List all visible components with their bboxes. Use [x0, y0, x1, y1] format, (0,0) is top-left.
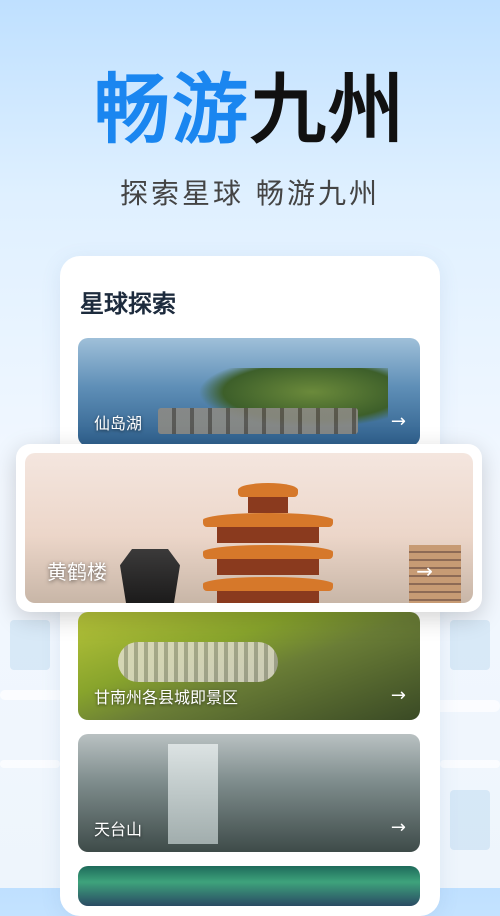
hero-title-part1: 畅游: [94, 65, 250, 154]
hero-subtitle: 探索星球 畅游九州: [120, 177, 380, 210]
spot-label: 甘南州各县城即景区: [94, 688, 239, 707]
hero-title-part2: 九州: [250, 65, 406, 154]
featured-spot-image: 黄鹤楼 →: [25, 453, 473, 603]
tower-roof: [203, 513, 333, 527]
spot-card-aurora[interactable]: [78, 866, 420, 906]
spot-card-xiandaohu[interactable]: 仙岛湖 →: [78, 338, 420, 446]
spot-label: 仙岛湖: [94, 414, 143, 433]
map-block: [450, 790, 490, 850]
section-title: 星球探索: [80, 290, 176, 318]
tower-floor: [217, 527, 319, 543]
spot-label: 黄鹤楼: [47, 560, 107, 584]
waterfall-image: [168, 744, 218, 844]
map-road: [440, 760, 500, 768]
hero-title: 畅游九州: [0, 62, 500, 158]
map-road: [0, 760, 60, 768]
tower-roof: [238, 483, 298, 497]
yellow-crane-tower-image: [203, 463, 333, 603]
right-arrow-icon: →: [390, 685, 406, 706]
tower-roof: [203, 545, 333, 559]
small-pagoda-image: [120, 549, 180, 603]
spot-label: 天台山: [94, 820, 143, 839]
town-image: [118, 642, 278, 682]
tower-roof: [203, 577, 333, 591]
spot-card-gannan[interactable]: 甘南州各县城即景区 →: [78, 612, 420, 720]
right-arrow-icon: →: [390, 411, 406, 432]
map-block: [450, 620, 490, 670]
tower-floor: [217, 559, 319, 575]
featured-spot-card[interactable]: 黄鹤楼 →: [16, 444, 482, 612]
houses-image: [158, 408, 358, 434]
spot-card-tiantaishan[interactable]: 天台山 →: [78, 734, 420, 852]
map-road: [430, 700, 500, 712]
right-arrow-icon: →: [390, 817, 406, 838]
right-arrow-icon: →: [416, 559, 433, 583]
tower-floor: [248, 497, 288, 513]
tower-floor: [217, 591, 319, 603]
map-block: [10, 620, 50, 670]
